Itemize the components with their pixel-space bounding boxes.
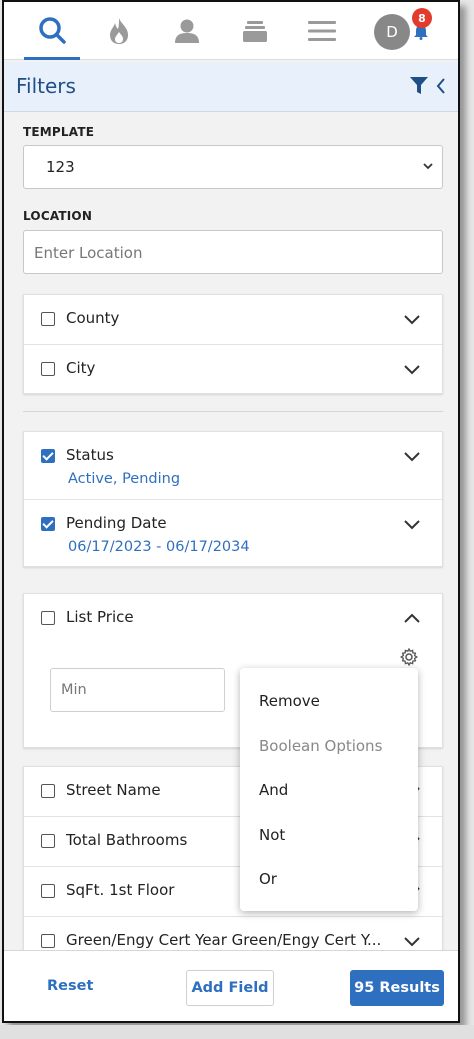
nav-profile[interactable]: [159, 2, 215, 60]
menu-icon: [308, 21, 336, 41]
menu-item-not[interactable]: Not: [259, 826, 285, 844]
total-bathrooms-label: Total Bathrooms: [66, 831, 188, 849]
page-title: Filters: [16, 74, 76, 98]
menu-item-and[interactable]: And: [259, 781, 288, 799]
green-engy-cert-label: Green/Engy Cert Year Green/Engy Cert Y..…: [66, 931, 382, 949]
status-checkbox[interactable]: [41, 449, 55, 463]
filter-row-status[interactable]: Status Active, Pending: [24, 432, 442, 500]
list-price-checkbox[interactable]: [41, 611, 55, 625]
list-price-label: List Price: [66, 608, 134, 626]
template-value: 123: [46, 158, 75, 176]
divider: [23, 411, 443, 412]
location-input[interactable]: Enter Location: [23, 230, 443, 274]
nav-menu[interactable]: [294, 2, 350, 60]
fire-icon: [110, 18, 128, 44]
app-window: D 8 Filters TEMPLATE 123 LOCATION Enter …: [2, 0, 460, 1023]
account-area[interactable]: D 8: [372, 8, 432, 54]
collapse-chevron-icon[interactable]: [436, 78, 446, 94]
options-menu: Remove Boolean Options And Not Or: [240, 668, 418, 911]
nav-collections[interactable]: [227, 2, 283, 60]
page-backdrop: [0, 1025, 474, 1039]
person-icon: [175, 19, 199, 43]
gear-icon[interactable]: [400, 648, 418, 666]
min-price-placeholder: Min: [61, 682, 87, 698]
city-checkbox[interactable]: [41, 362, 55, 376]
filter-icon[interactable]: [410, 77, 428, 95]
pending-date-label: Pending Date: [66, 514, 167, 532]
location-label: LOCATION: [23, 209, 93, 223]
action-bar: Reset Add Field 95 Results: [4, 950, 458, 1021]
top-nav: D 8: [4, 2, 458, 60]
menu-heading-boolean-options: Boolean Options: [259, 737, 383, 755]
nav-search[interactable]: [24, 2, 80, 60]
menu-item-remove[interactable]: Remove: [259, 692, 320, 710]
street-name-label: Street Name: [66, 781, 161, 799]
filter-row-city[interactable]: City: [24, 345, 442, 395]
template-select[interactable]: 123: [23, 145, 443, 189]
pending-date-checkbox[interactable]: [41, 517, 55, 531]
reset-button[interactable]: Reset: [47, 978, 93, 994]
location-placeholder: Enter Location: [34, 244, 143, 262]
pending-date-value: 06/17/2023 - 06/17/2034: [68, 539, 250, 555]
chevron-down-icon[interactable]: [404, 935, 420, 947]
street-name-checkbox[interactable]: [41, 784, 55, 798]
active-filter-card: Status Active, Pending Pending Date 06/1…: [23, 431, 443, 567]
green-engy-cert-checkbox[interactable]: [41, 934, 55, 948]
min-price-input[interactable]: Min: [50, 668, 225, 712]
filters-header: Filters: [4, 62, 458, 112]
chevron-down-icon[interactable]: [404, 518, 420, 530]
chevron-up-icon[interactable]: [404, 612, 420, 624]
county-label: County: [66, 309, 120, 327]
results-button[interactable]: 95 Results: [350, 970, 444, 1006]
search-icon: [39, 16, 66, 44]
add-field-button[interactable]: Add Field: [186, 970, 274, 1006]
filter-row-pending-date[interactable]: Pending Date 06/17/2023 - 06/17/2034: [24, 500, 442, 568]
notification-badge: 8: [412, 8, 432, 28]
city-label: City: [66, 359, 96, 377]
status-value: Active, Pending: [68, 471, 181, 487]
total-bathrooms-checkbox[interactable]: [41, 834, 55, 848]
sqft-1st-floor-label: SqFt. 1st Floor: [66, 881, 175, 899]
chevron-down-icon[interactable]: [404, 450, 420, 462]
chevron-down-icon: [423, 163, 433, 170]
sqft-1st-floor-checkbox[interactable]: [41, 884, 55, 898]
menu-item-or[interactable]: Or: [259, 870, 277, 888]
filter-row-list-price[interactable]: List Price: [24, 594, 442, 644]
filter-row-county[interactable]: County: [24, 295, 442, 345]
chevron-down-icon[interactable]: [404, 363, 420, 375]
stack-icon: [243, 21, 267, 42]
template-label: TEMPLATE: [23, 125, 95, 139]
chevron-down-icon[interactable]: [404, 313, 420, 325]
nav-hot[interactable]: [91, 2, 147, 60]
status-label: Status: [66, 446, 114, 464]
county-checkbox[interactable]: [41, 312, 55, 326]
location-filter-card: County City: [23, 294, 443, 394]
avatar[interactable]: D: [374, 14, 410, 50]
